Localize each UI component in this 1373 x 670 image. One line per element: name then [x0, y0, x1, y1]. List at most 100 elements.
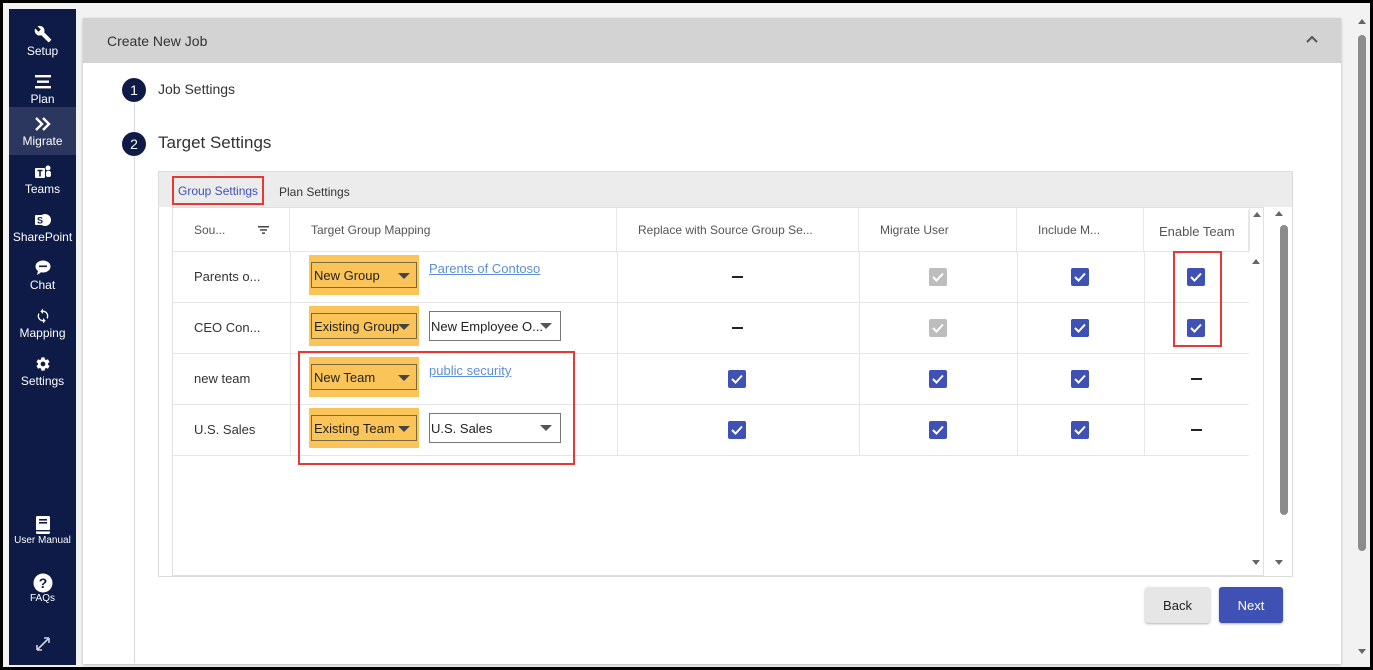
- step-number: 1: [122, 78, 146, 102]
- sidebar-item-migrate[interactable]: Migrate: [9, 107, 76, 155]
- page-scrollbar[interactable]: [1355, 9, 1369, 665]
- sidebar-item-label: Migrate: [22, 133, 63, 148]
- row-divider: [173, 302, 1249, 303]
- caret-down-icon: [398, 324, 410, 330]
- back-button[interactable]: Back: [1145, 587, 1210, 623]
- table-scroll-up-icon[interactable]: [1252, 259, 1260, 264]
- migrate-user-checkbox: [929, 268, 947, 286]
- sidebar-item-mapping[interactable]: Mapping: [9, 299, 76, 347]
- mapping-type-select[interactable]: New Group: [309, 255, 419, 295]
- scroll-up-icon[interactable]: [1358, 19, 1366, 24]
- migrate-user-checkbox: [929, 319, 947, 337]
- select-value: New Group: [314, 267, 380, 283]
- dash-icon: [1191, 378, 1202, 380]
- scroll-down-icon[interactable]: [1275, 560, 1283, 565]
- expand-icon[interactable]: [36, 637, 50, 651]
- annotation-box: [172, 176, 264, 205]
- sidebar-item-sharepoint[interactable]: S SharePoint: [9, 203, 76, 251]
- existing-group-select[interactable]: New Employee O...: [429, 311, 561, 341]
- sidebar-item-label: Settings: [20, 373, 65, 388]
- step-number: 2: [122, 132, 146, 156]
- sync-icon: [35, 307, 51, 325]
- scrollbar-thumb[interactable]: [1280, 225, 1288, 515]
- tab-plan-settings[interactable]: Plan Settings: [279, 185, 350, 199]
- scroll-up-icon[interactable]: [1275, 211, 1283, 216]
- double-chevron-icon: [34, 115, 51, 133]
- migrate-user-checkbox[interactable]: [929, 421, 947, 439]
- column-header-enable-team[interactable]: Enable Team: [1144, 210, 1249, 253]
- include-checkbox[interactable]: [1071, 319, 1089, 337]
- sidebar-item-setup[interactable]: Setup: [9, 17, 76, 65]
- sidebar-item-chat[interactable]: Chat: [9, 251, 76, 299]
- card-header[interactable]: Create New Job: [83, 18, 1341, 63]
- wrench-icon: [34, 25, 52, 43]
- source-name: Parents o...: [194, 269, 261, 284]
- sidebar-item-settings[interactable]: Settings: [9, 347, 76, 395]
- help-circle-icon: ?: [33, 573, 53, 593]
- sidebar-item-label: FAQs: [29, 593, 55, 604]
- chevron-up-icon[interactable]: [1303, 31, 1321, 49]
- column-divider: [1017, 251, 1018, 455]
- replace-checkbox[interactable]: [728, 421, 746, 439]
- gear-icon: [35, 355, 51, 373]
- dash-icon: [732, 327, 743, 329]
- sidebar-item-user-manual[interactable]: User Manual: [9, 507, 76, 555]
- source-name: new team: [194, 371, 251, 386]
- source-name: CEO Con...: [194, 320, 261, 335]
- include-checkbox[interactable]: [1071, 370, 1089, 388]
- sidebar-item-label: Plan: [30, 91, 55, 106]
- sidebar-item-faqs[interactable]: ? FAQs: [9, 565, 76, 613]
- column-header-target-group-mapping[interactable]: Target Group Mapping: [290, 208, 617, 251]
- column-header-migrate-user[interactable]: Migrate User: [859, 208, 1017, 251]
- sidebar: Setup Plan Migrate Teams S SharePoint Ch…: [9, 9, 76, 665]
- source-name: U.S. Sales: [194, 422, 256, 437]
- column-divider: [1249, 208, 1250, 251]
- svg-text:?: ?: [38, 575, 47, 591]
- tab-bar: Group Settings Plan Settings: [159, 172, 1292, 207]
- grid-scrollbar[interactable]: [1264, 207, 1292, 576]
- dash-icon: [732, 276, 743, 278]
- select-value: New Employee O...: [431, 318, 543, 334]
- filter-icon[interactable]: [258, 226, 269, 234]
- list-icon: [34, 73, 51, 91]
- annotation-box: [1173, 251, 1222, 347]
- migrate-user-checkbox[interactable]: [929, 370, 947, 388]
- caret-down-icon: [398, 273, 410, 279]
- column-divider: [859, 251, 860, 455]
- table-scroll-down-icon[interactable]: [1252, 560, 1260, 565]
- sidebar-item-label: SharePoint: [12, 229, 73, 244]
- sidebar-item-label: User Manual: [14, 535, 71, 546]
- sidebar-item-label: Chat: [29, 277, 56, 292]
- include-checkbox[interactable]: [1071, 421, 1089, 439]
- column-divider: [1144, 251, 1145, 455]
- sidebar-item-plan[interactable]: Plan: [9, 65, 76, 113]
- teams-icon: [34, 163, 52, 181]
- row-divider: [173, 251, 1249, 252]
- step-title-job-settings[interactable]: Job Settings: [158, 81, 235, 97]
- dash-icon: [1191, 429, 1202, 431]
- mapping-type-select[interactable]: Existing Group: [309, 306, 419, 346]
- sharepoint-icon: S: [34, 211, 52, 229]
- column-header-include[interactable]: Include M...: [1017, 208, 1144, 251]
- stepper-line: [134, 103, 135, 663]
- header-scroll-up-icon[interactable]: [1253, 212, 1261, 217]
- sidebar-item-label: Teams: [24, 181, 61, 196]
- column-header-replace[interactable]: Replace with Source Group Se...: [617, 208, 859, 251]
- book-icon: [35, 516, 51, 534]
- page-title: Create New Job: [107, 32, 208, 49]
- replace-checkbox[interactable]: [728, 370, 746, 388]
- chat-bubble-icon: [35, 259, 51, 277]
- include-checkbox[interactable]: [1071, 268, 1089, 286]
- scroll-down-icon[interactable]: [1358, 649, 1366, 654]
- select-value: Existing Group: [314, 318, 400, 334]
- caret-down-icon: [540, 323, 552, 329]
- sidebar-item-teams[interactable]: Teams: [9, 155, 76, 203]
- sidebar-item-label: Mapping: [19, 325, 66, 340]
- target-group-link[interactable]: Parents of Contoso: [429, 261, 540, 276]
- scrollbar-thumb[interactable]: [1358, 35, 1366, 551]
- next-button[interactable]: Next: [1219, 587, 1283, 623]
- annotation-box: [298, 351, 575, 465]
- column-header-source[interactable]: Sou...: [173, 208, 290, 251]
- column-divider: [290, 251, 291, 455]
- column-divider: [617, 251, 618, 455]
